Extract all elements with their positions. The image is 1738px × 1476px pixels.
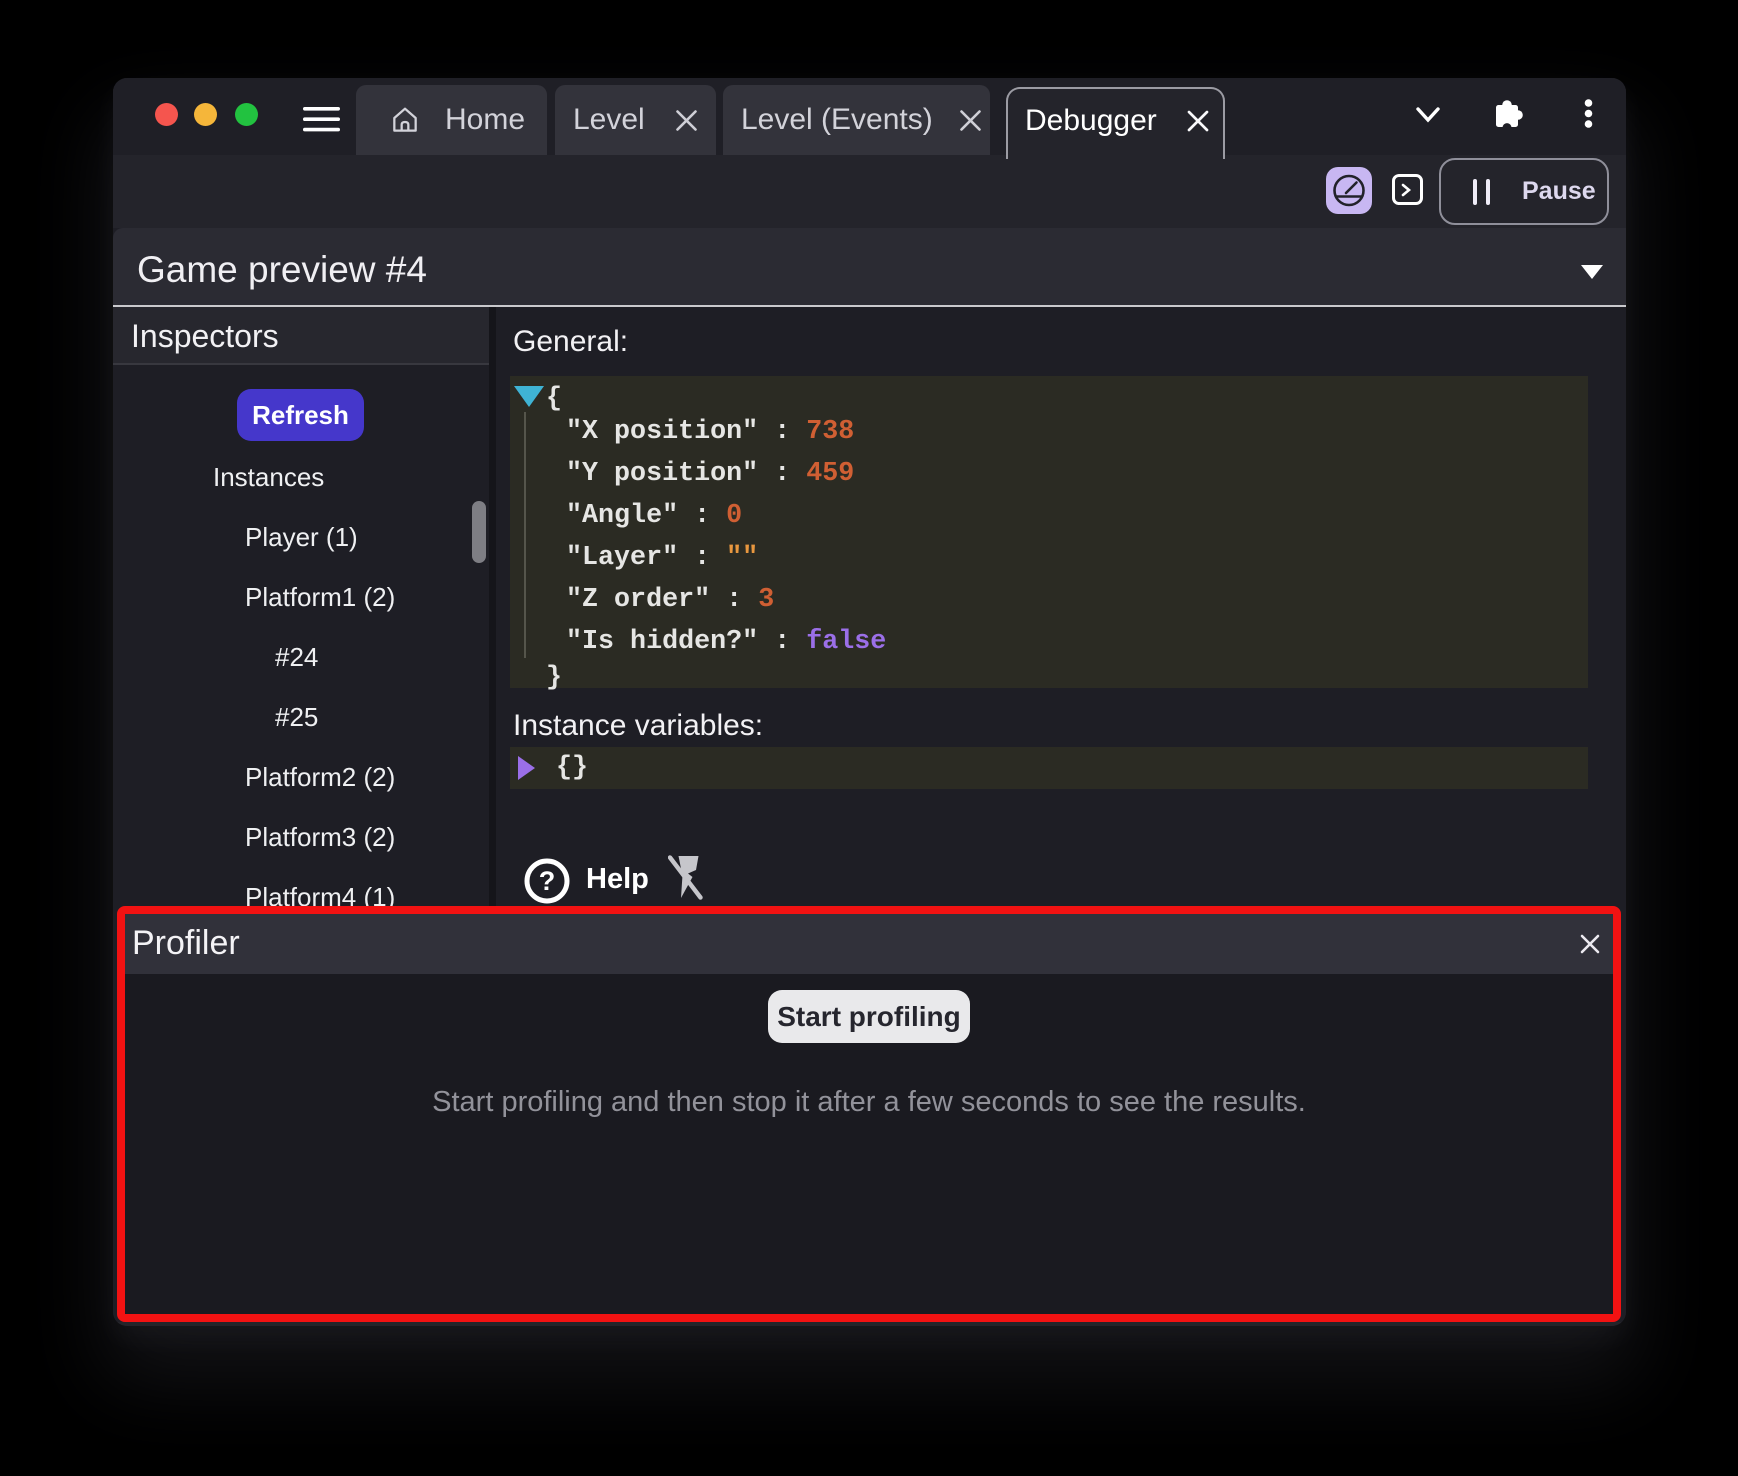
svg-text:?: ? bbox=[539, 866, 556, 896]
